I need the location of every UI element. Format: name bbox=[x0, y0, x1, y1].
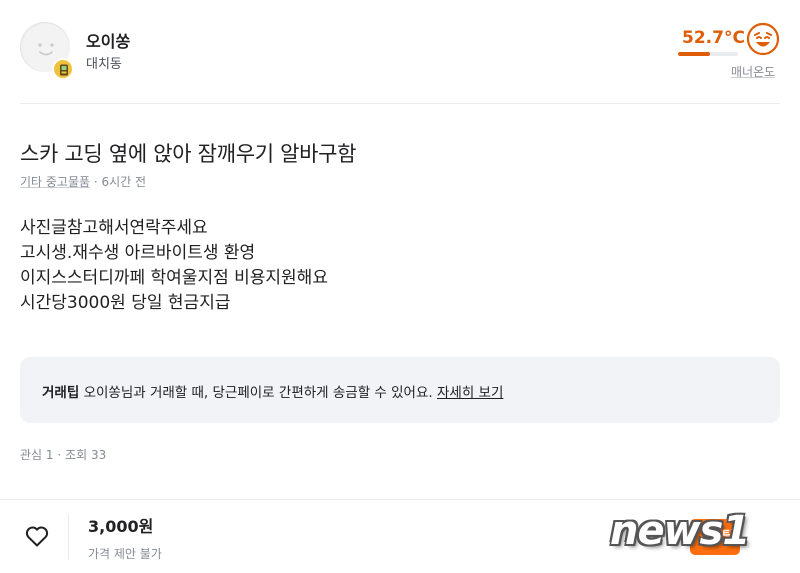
seller-profile[interactable]: 오이쏭 대치동 52.7°C 매너온도 bbox=[0, 0, 800, 104]
article-description: 사진글참고해서연락주세요 고시생.재수생 아르바이트생 환영 이지스스터디까페 … bbox=[20, 216, 328, 316]
interest-count: 1 bbox=[45, 448, 54, 462]
seller-region: 대치동 bbox=[86, 57, 122, 72]
heart-outline-icon[interactable] bbox=[24, 524, 50, 548]
meta-separator: · bbox=[90, 175, 102, 189]
manner-temperature-fill bbox=[678, 52, 710, 56]
bottom-bar-divider bbox=[0, 499, 800, 500]
description-line: 고시생.재수생 아르바이트생 환영 bbox=[20, 243, 256, 263]
smile-face-icon bbox=[746, 22, 780, 56]
manner-temperature-bar bbox=[678, 52, 738, 56]
article-time: 6시간 전 bbox=[101, 175, 147, 189]
bottom-bar-separator bbox=[68, 514, 69, 560]
manner-temperature: 52.7°C bbox=[682, 28, 745, 48]
views-count: 33 bbox=[90, 448, 107, 462]
trade-tip-detail-link[interactable]: 자세히 보기 bbox=[437, 385, 503, 401]
description-line: 사진글참고해서연락주세요 bbox=[20, 218, 208, 238]
price-negotiation-status: 가격 제안 불가 bbox=[88, 547, 162, 561]
price: 3,000원 bbox=[88, 517, 154, 536]
verified-badge-icon bbox=[52, 58, 74, 80]
stats-separator: · bbox=[57, 448, 62, 462]
article-meta: 기타 중고물품 · 6시간 전 bbox=[20, 173, 146, 190]
interest-label: 관심 bbox=[20, 448, 43, 462]
trade-tip-body: 오이쏭님과 거래할 때, 당근페이로 간편하게 송금할 수 있어요. bbox=[83, 385, 433, 401]
manner-temperature-label[interactable]: 매너온도 bbox=[731, 63, 775, 80]
views-label: 조회 bbox=[65, 448, 88, 462]
description-line: 시간당3000원 당일 현금지급 bbox=[20, 293, 231, 313]
article-stats: 관심 1 · 조회 33 bbox=[20, 446, 106, 463]
description-line: 이지스스터디까페 학여울지점 비용지원해요 bbox=[20, 268, 328, 288]
trade-tip-label: 거래팁 bbox=[42, 385, 80, 401]
divider bbox=[20, 103, 780, 104]
news1-watermark: news1 bbox=[604, 506, 796, 566]
watermark-logo: news1 bbox=[610, 508, 750, 554]
seller-nickname[interactable]: 오이쏭 bbox=[86, 28, 130, 52]
article-category[interactable]: 기타 중고물품 bbox=[20, 175, 90, 189]
trade-tip-text: 거래팁 오이쏭님과 거래할 때, 당근페이로 간편하게 송금할 수 있어요. 자… bbox=[42, 381, 503, 401]
article-title: 스카 고딩 옆에 앉아 잠깨우기 알바구함 bbox=[20, 142, 357, 166]
trade-tip-box: 거래팁 오이쏭님과 거래할 때, 당근페이로 간편하게 송금할 수 있어요. 자… bbox=[20, 357, 780, 423]
